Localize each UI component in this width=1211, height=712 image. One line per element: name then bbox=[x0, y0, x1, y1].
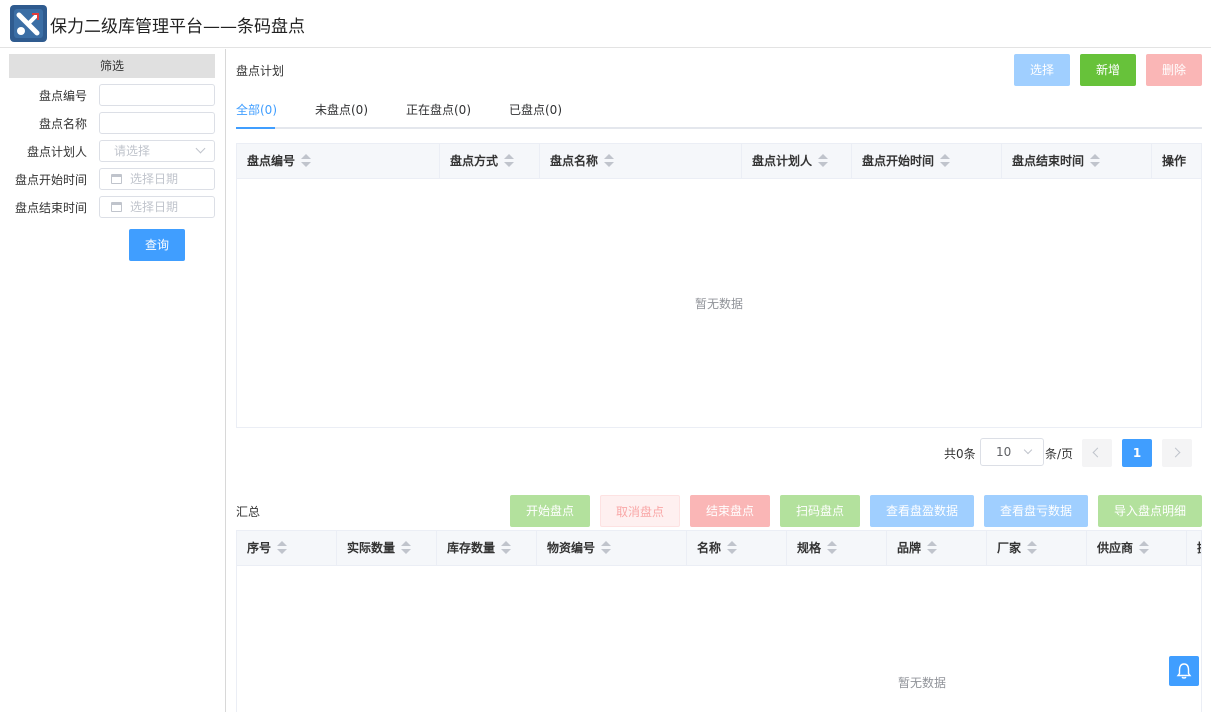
app-logo-icon bbox=[10, 5, 47, 42]
plan-table: 盘点编号 盘点方式 盘点名称 盘点计划人 盘点开始时间 盘点结束时间 操作 暂无… bbox=[236, 143, 1202, 428]
bell-icon bbox=[1176, 663, 1192, 679]
summary-table-header: 序号 实际数量 库存数量 物资编号 名称 规格 品牌 厂家 供应商 操 bbox=[237, 531, 1201, 566]
col-spec[interactable]: 规格 bbox=[787, 531, 887, 566]
query-button[interactable]: 查询 bbox=[129, 229, 185, 261]
sort-icon bbox=[301, 153, 312, 168]
filter-panel: 筛选 盘点编号 盘点名称 盘点计划人 请选择 盘点开始时间 选择日期 盘点结束时… bbox=[0, 49, 226, 712]
planner-placeholder: 请选择 bbox=[114, 144, 151, 158]
sort-icon bbox=[827, 540, 838, 555]
sort-icon bbox=[1027, 540, 1038, 555]
plan-empty-text: 暂无数据 bbox=[695, 297, 744, 311]
col-plan-no[interactable]: 盘点编号 bbox=[237, 144, 440, 179]
active-tab-indicator bbox=[236, 127, 275, 129]
planner-label: 盘点计划人 bbox=[26, 145, 87, 159]
app-header: 保力二级库管理平台——条码盘点 bbox=[0, 0, 1211, 48]
sort-icon bbox=[940, 153, 951, 168]
sort-icon bbox=[818, 153, 829, 168]
summary-section-title: 汇总 bbox=[236, 505, 261, 519]
pagination-total: 共0条 bbox=[944, 447, 976, 461]
view-loss-button[interactable]: 查看盘亏数据 bbox=[984, 495, 1088, 527]
col-index[interactable]: 序号 bbox=[237, 531, 337, 566]
col-actions: 操作 bbox=[1162, 154, 1187, 168]
planner-select[interactable]: 请选择 bbox=[99, 140, 215, 162]
sort-icon bbox=[1090, 153, 1101, 168]
summary-table: 序号 实际数量 库存数量 物资编号 名称 规格 品牌 厂家 供应商 操 暂无数据 bbox=[236, 530, 1202, 712]
end-date-picker[interactable]: 选择日期 bbox=[99, 196, 215, 218]
col-manufacturer[interactable]: 厂家 bbox=[987, 531, 1087, 566]
col-supplier[interactable]: 供应商 bbox=[1087, 531, 1187, 566]
chevron-down-icon bbox=[195, 143, 206, 154]
scan-count-button[interactable]: 扫码盘点 bbox=[780, 495, 860, 527]
sort-icon bbox=[277, 540, 288, 555]
col-actual-qty[interactable]: 实际数量 bbox=[337, 531, 437, 566]
page-size-select[interactable]: 10 bbox=[980, 438, 1044, 466]
tab-finished[interactable]: 已盘点(0) bbox=[509, 101, 562, 118]
next-page-button[interactable] bbox=[1162, 439, 1192, 467]
summary-empty-text: 暂无数据 bbox=[898, 676, 947, 690]
start-date-placeholder: 选择日期 bbox=[130, 172, 179, 186]
end-date-placeholder: 选择日期 bbox=[130, 200, 179, 214]
tab-all[interactable]: 全部(0) bbox=[236, 101, 277, 118]
start-date-picker[interactable]: 选择日期 bbox=[99, 168, 215, 190]
col-end-time[interactable]: 盘点结束时间 bbox=[1002, 144, 1152, 179]
filter-row-plan-no: 盘点编号 bbox=[0, 84, 226, 106]
chevron-right-icon bbox=[1170, 447, 1181, 458]
tab-in-progress[interactable]: 正在盘点(0) bbox=[406, 101, 471, 118]
filter-title: 筛选 bbox=[9, 54, 215, 78]
col-more[interactable]: 操 bbox=[1187, 531, 1201, 566]
page-size-unit: 条/页 bbox=[1045, 447, 1074, 461]
col-brand[interactable]: 品牌 bbox=[887, 531, 987, 566]
view-surplus-button[interactable]: 查看盘盈数据 bbox=[870, 495, 974, 527]
end-date-label: 盘点结束时间 bbox=[14, 201, 87, 215]
add-button[interactable]: 新增 bbox=[1080, 54, 1136, 86]
select-button[interactable]: 选择 bbox=[1014, 54, 1070, 86]
plan-name-label: 盘点名称 bbox=[38, 117, 87, 131]
col-plan-name[interactable]: 盘点名称 bbox=[540, 144, 742, 179]
sort-icon bbox=[401, 540, 412, 555]
end-count-button[interactable]: 结束盘点 bbox=[690, 495, 770, 527]
start-date-label: 盘点开始时间 bbox=[14, 173, 87, 187]
sort-icon bbox=[727, 540, 738, 555]
plan-table-header: 盘点编号 盘点方式 盘点名称 盘点计划人 盘点开始时间 盘点结束时间 操作 bbox=[237, 144, 1201, 179]
col-material-no[interactable]: 物资编号 bbox=[537, 531, 687, 566]
calendar-icon bbox=[111, 174, 122, 184]
page-size-value: 10 bbox=[996, 445, 1012, 459]
sort-icon bbox=[601, 540, 612, 555]
import-detail-button[interactable]: 导入盘点明细 bbox=[1098, 495, 1202, 527]
cancel-count-button[interactable]: 取消盘点 bbox=[600, 495, 680, 527]
page-number-current[interactable]: 1 bbox=[1122, 439, 1152, 467]
sort-icon bbox=[504, 153, 515, 168]
chevron-left-icon bbox=[1092, 447, 1103, 458]
filter-row-start-date: 盘点开始时间 选择日期 bbox=[0, 168, 226, 190]
plan-name-input[interactable] bbox=[99, 112, 215, 134]
filter-row-planner: 盘点计划人 请选择 bbox=[0, 140, 226, 162]
start-count-button[interactable]: 开始盘点 bbox=[510, 495, 590, 527]
sort-icon bbox=[1139, 540, 1150, 555]
sort-icon bbox=[501, 540, 512, 555]
sort-icon bbox=[927, 540, 938, 555]
chevron-down-icon bbox=[1023, 445, 1033, 455]
col-planner[interactable]: 盘点计划人 bbox=[742, 144, 852, 179]
prev-page-button[interactable] bbox=[1082, 439, 1112, 467]
calendar-icon bbox=[111, 202, 122, 212]
filter-row-end-date: 盘点结束时间 选择日期 bbox=[0, 196, 226, 218]
plan-no-label: 盘点编号 bbox=[38, 89, 87, 103]
delete-button[interactable]: 删除 bbox=[1146, 54, 1202, 86]
plan-section-title: 盘点计划 bbox=[236, 64, 285, 78]
col-plan-method[interactable]: 盘点方式 bbox=[440, 144, 540, 179]
notification-bell-button[interactable] bbox=[1169, 656, 1199, 686]
col-stock-qty[interactable]: 库存数量 bbox=[437, 531, 537, 566]
app-title: 保力二级库管理平台——条码盘点 bbox=[50, 17, 305, 37]
col-name[interactable]: 名称 bbox=[687, 531, 787, 566]
plan-status-tabs: 全部(0) 未盘点(0) 正在盘点(0) 已盘点(0) bbox=[236, 96, 1202, 129]
sort-icon bbox=[604, 153, 615, 168]
col-start-time[interactable]: 盘点开始时间 bbox=[852, 144, 1002, 179]
filter-row-plan-name: 盘点名称 bbox=[0, 112, 226, 134]
plan-no-input[interactable] bbox=[99, 84, 215, 106]
tab-not-started[interactable]: 未盘点(0) bbox=[315, 101, 368, 118]
